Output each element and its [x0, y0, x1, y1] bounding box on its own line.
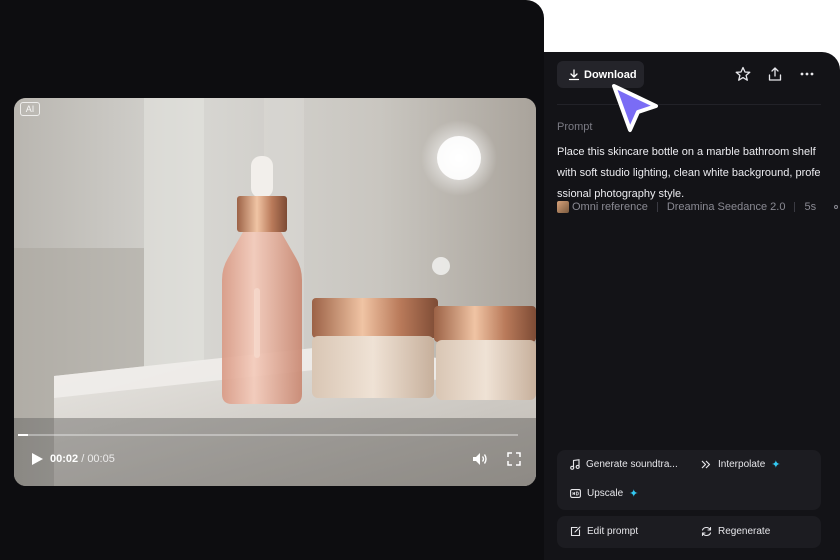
video-player[interactable]: AI — [14, 98, 536, 486]
length-label: 5s — [804, 201, 817, 213]
download-label: Download — [584, 68, 637, 81]
regenerate-button[interactable]: Regenerate — [701, 526, 770, 537]
prompt-label: Prompt — [557, 121, 593, 133]
interpolate-label: Interpolate — [718, 459, 766, 470]
fullscreen-icon[interactable] — [507, 452, 521, 466]
more-icon[interactable] — [799, 66, 815, 82]
prompt-text: Place this skincare bottle on a marble b… — [557, 146, 821, 200]
volume-icon[interactable] — [472, 451, 488, 467]
sparkle-icon: ✦ — [771, 458, 781, 471]
reference-thumbnail — [557, 201, 569, 213]
generation-meta: Omni reference Dreamina Seedance 2.0 5s — [557, 200, 839, 214]
video-progress-fill — [18, 434, 28, 436]
status-dot-icon — [834, 205, 839, 209]
play-icon[interactable] — [30, 452, 44, 466]
edit-icon — [570, 526, 581, 537]
ai-badge: AI — [20, 102, 40, 116]
share-icon[interactable] — [767, 66, 783, 82]
interpolate-icon — [701, 460, 711, 469]
upscale-label: Upscale — [587, 488, 624, 499]
actions-panel: Generate soundtra... Interpolate ✦ Upsca… — [557, 450, 821, 510]
generate-soundtrack-label: Generate soundtra... — [586, 459, 678, 470]
header-divider — [557, 104, 821, 105]
model-label: Dreamina Seedance 2.0 — [666, 201, 786, 213]
time-separator: / — [78, 453, 88, 465]
interpolate-button[interactable]: Interpolate ✦ — [701, 459, 780, 470]
meta-separator — [656, 202, 658, 212]
secondary-actions-panel: Edit prompt Regenerate — [557, 516, 821, 548]
hd-icon — [570, 489, 581, 498]
edit-prompt-label: Edit prompt — [587, 526, 639, 537]
sparkle-icon: ✦ — [629, 487, 639, 500]
music-note-icon — [570, 459, 580, 470]
regenerate-icon — [701, 526, 712, 537]
download-icon — [568, 68, 580, 80]
video-frame — [14, 98, 536, 486]
edit-prompt-button[interactable]: Edit prompt — [570, 526, 638, 537]
generate-soundtrack-button[interactable]: Generate soundtra... — [570, 459, 678, 470]
current-time: 00:02 — [50, 453, 79, 465]
duration: 00:05 — [87, 453, 115, 465]
upscale-button[interactable]: Upscale ✦ — [570, 488, 638, 499]
star-icon[interactable] — [735, 66, 751, 82]
video-time: 00:02 / 00:05 — [50, 453, 115, 465]
meta-separator — [794, 202, 796, 212]
video-progress-bar[interactable] — [18, 434, 518, 436]
cursor-pointer-icon — [612, 84, 658, 132]
reference-label[interactable]: Omni reference — [572, 201, 648, 213]
regenerate-label: Regenerate — [718, 526, 771, 537]
